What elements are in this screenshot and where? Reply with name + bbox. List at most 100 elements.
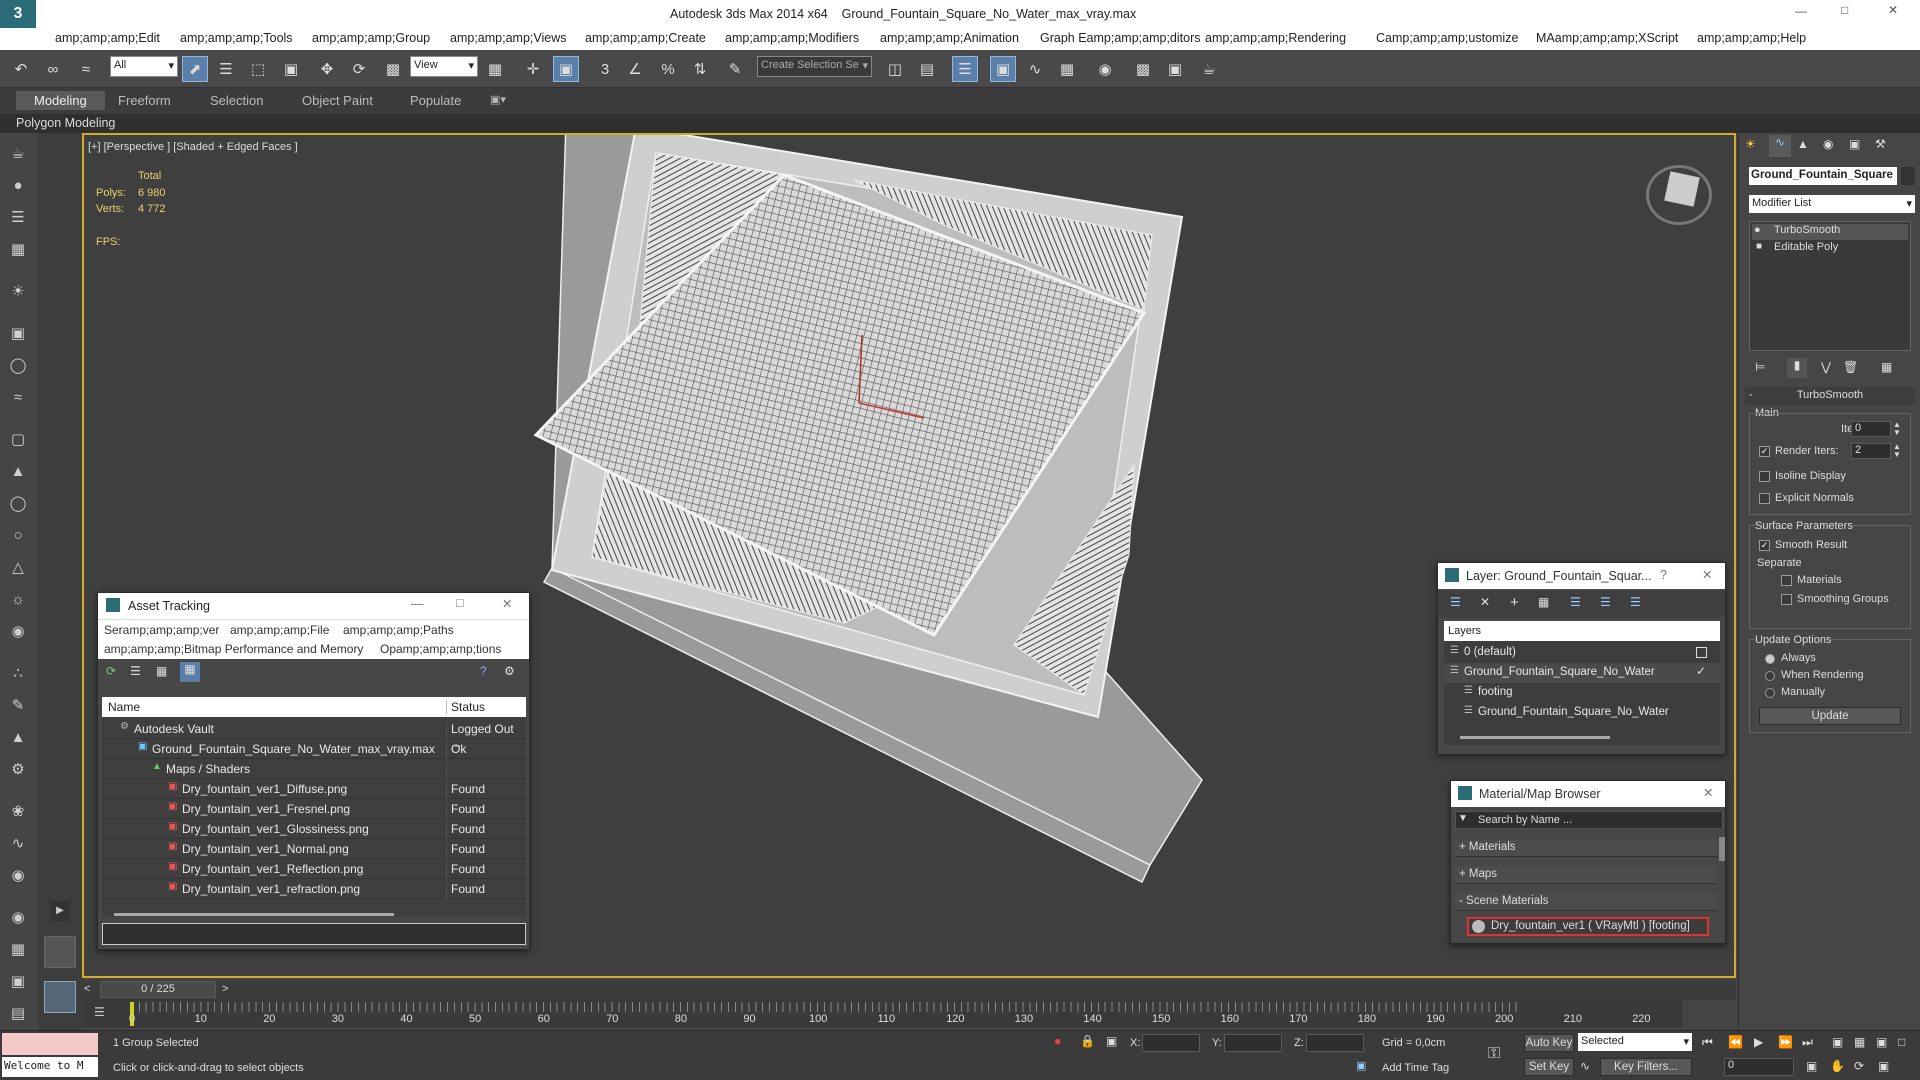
chart-icon[interactable]: ▦ <box>7 939 29 961</box>
helper-icon[interactable]: ◯ <box>7 355 29 377</box>
expand-plus-icon[interactable]: ■ <box>1756 241 1762 252</box>
menu-edit[interactable]: amp;amp;amp;Edit <box>55 31 160 45</box>
pin-stack-icon[interactable]: ⊨ <box>1755 360 1765 374</box>
pyramid-icon[interactable]: △ <box>7 557 29 579</box>
goto-end-icon[interactable]: ⏭ <box>1802 1035 1813 1050</box>
sphere-shaded-icon[interactable]: ◉ <box>7 865 29 887</box>
maximize-button[interactable]: □ <box>1841 3 1848 17</box>
stack-item-turbosmooth[interactable]: ● TurboSmooth <box>1752 224 1908 240</box>
tab-selection[interactable]: Selection <box>210 93 263 108</box>
asset-menu-options[interactable]: Opamp;amp;amp;tions <box>380 642 501 656</box>
menu-graph-editors[interactable]: Graph Eamp;amp;amp;ditors <box>1040 31 1201 45</box>
asset-menu-bitmap[interactable]: amp;amp;amp;Bitmap Performance and Memor… <box>104 642 363 656</box>
show-end-result-icon[interactable]: ▮ <box>1787 358 1807 378</box>
make-unique-icon[interactable]: ⋁ <box>1821 360 1831 374</box>
scale-icon[interactable]: ▩ <box>380 56 406 82</box>
tab-modeling[interactable]: Modeling <box>16 91 105 110</box>
key-mode-dropdown[interactable]: Selected ▾ <box>1578 1033 1692 1051</box>
rollout-header[interactable]: - TurboSmooth <box>1745 387 1915 405</box>
select-object-icon[interactable]: ⬈ <box>182 56 208 82</box>
edit-named-sets-icon[interactable]: ✎ <box>722 56 748 82</box>
asset-menu-paths[interactable]: amp;amp;amp;Paths <box>343 623 454 637</box>
zoom-icon[interactable]: ▦ <box>1854 1035 1865 1049</box>
list-view-icon[interactable]: ☰ <box>130 664 141 678</box>
move-icon[interactable]: ✥ <box>314 56 340 82</box>
asset-close-button[interactable]: ✕ <box>502 596 512 611</box>
layer-add-icon[interactable]: + <box>1510 594 1519 611</box>
app-logo[interactable]: 3 <box>0 0 36 28</box>
lock-selection-icon[interactable]: 🔒 <box>1080 1034 1095 1048</box>
asset-path-field[interactable] <box>102 923 526 945</box>
matbrowser-section-materials[interactable]: + Materials <box>1455 839 1717 857</box>
menu-customize[interactable]: Camp;amp;amp;ustomize <box>1376 31 1518 45</box>
selection-filter-dropdown[interactable]: All ▾ <box>110 56 178 77</box>
smooth-result-checkbox[interactable]: ✓ <box>1759 540 1770 551</box>
rendered-frame-icon[interactable]: ▣ <box>1162 56 1188 82</box>
viewport-label[interactable]: [+] [Perspective ] [Shaded + Edged Faces… <box>88 141 298 153</box>
current-frame-field[interactable]: 0 <box>1724 1058 1794 1076</box>
layer-freeze-icon[interactable]: ☰ <box>1630 595 1641 609</box>
material-editor-icon[interactable]: ◉ <box>1092 56 1118 82</box>
paint-icon[interactable]: ✎ <box>7 695 29 717</box>
asset-minimize-button[interactable]: — <box>411 597 424 611</box>
update-button[interactable]: Update <box>1759 707 1901 725</box>
z-coordinate-field[interactable] <box>1306 1034 1364 1052</box>
rotate-icon[interactable]: ⟳ <box>346 56 372 82</box>
time-slider-thumb[interactable]: 0 / 225 <box>100 981 216 998</box>
toggle-ribbon-icon[interactable]: ▣ <box>990 56 1016 82</box>
tab-populate[interactable]: Populate <box>410 93 461 108</box>
menu-rendering[interactable]: amp;amp;amp;Rendering <box>1205 31 1346 45</box>
asset-row[interactable]: ⚙ Autodesk Vault Logged Out ... <box>102 719 526 750</box>
modify-tab-icon[interactable]: ∿ <box>1769 135 1791 157</box>
motion-tab-icon[interactable]: ◉ <box>1823 137 1833 151</box>
tube-icon[interactable]: ○ <box>7 525 29 547</box>
y-coordinate-field[interactable] <box>1224 1034 1282 1052</box>
matbrowser-dropdown-icon[interactable]: ▼ <box>1458 813 1468 824</box>
layer-hide-icon[interactable]: ☰ <box>1600 595 1611 609</box>
layer-explorer-icon[interactable]: ☰ <box>952 56 978 82</box>
time-slider[interactable]: < 0 / 225 > <box>82 980 1736 1000</box>
layer-titlebar[interactable]: Layer: Ground_Fountain_Squar... ? ✕ <box>1438 563 1725 589</box>
track-bar-toggle-icon[interactable]: ☰ <box>94 1005 105 1019</box>
sun-icon[interactable]: ☼ <box>7 589 29 611</box>
layer-help-button[interactable]: ? <box>1660 568 1667 582</box>
tab-freeform[interactable]: Freeform <box>118 93 171 108</box>
particles-icon[interactable]: ∴ <box>7 663 29 685</box>
add-time-tag[interactable]: Add Time Tag <box>1382 1062 1449 1074</box>
matbrowser-scrollbar[interactable] <box>1719 837 1725 861</box>
always-radio[interactable] <box>1765 654 1775 664</box>
select-by-name-icon[interactable]: ☰ <box>213 56 239 82</box>
render-iters-spinner[interactable]: 2 <box>1851 443 1891 459</box>
isolate-icon[interactable]: ● <box>1054 1034 1061 1048</box>
layer-fountain-object-row[interactable]: ☰ Ground_Fountain_Square_No_Water <box>1444 703 1720 723</box>
explicit-normals-checkbox[interactable] <box>1759 493 1770 504</box>
absolute-mode-icon[interactable]: ▣ <box>1106 1034 1117 1048</box>
reference-coord-dropdown[interactable]: View ▾ <box>410 56 478 77</box>
link-icon[interactable]: ∞ <box>40 56 66 82</box>
mirror-icon[interactable]: ◫ <box>882 56 908 82</box>
iterations-arrows-icon[interactable]: ▲ ▼ <box>1893 421 1901 437</box>
menu-create[interactable]: amp;amp;amp;Create <box>585 31 706 45</box>
materials-checkbox[interactable] <box>1781 575 1792 586</box>
help-icon[interactable]: ? <box>480 664 487 678</box>
window-crossing-icon[interactable]: ▣ <box>278 56 304 82</box>
asset-scrollbar[interactable] <box>114 913 394 916</box>
render-setup-icon[interactable]: ▩ <box>1130 56 1156 82</box>
pan-icon[interactable]: ✋ <box>1830 1059 1845 1073</box>
add-time-tag-icon[interactable]: ▣ <box>1356 1059 1366 1072</box>
viewport-layout-tab-active[interactable] <box>44 981 76 1013</box>
disc-icon[interactable]: ◉ <box>7 621 29 643</box>
time-next-arrow-icon[interactable]: > <box>222 983 228 995</box>
render-icon[interactable]: ◉ <box>7 907 29 929</box>
time-prev-arrow-icon[interactable]: < <box>84 983 90 995</box>
layer-select-icon[interactable]: ▦ <box>1538 595 1549 609</box>
table-icon[interactable]: ▦ <box>7 239 29 261</box>
auto-key-button[interactable]: Auto Key <box>1524 1034 1574 1052</box>
spacewarp-icon[interactable]: ≈ <box>7 387 29 409</box>
schematic-view-icon[interactable]: ▦ <box>1054 56 1080 82</box>
col-name-header[interactable]: Name <box>108 700 140 714</box>
spinner-snap-icon[interactable]: ⇅ <box>687 56 713 82</box>
named-selection-sets-dropdown[interactable]: Create Selection Se ▾ <box>757 56 872 77</box>
monitor-icon[interactable]: ▣ <box>7 971 29 993</box>
active-layer-check-icon[interactable]: ✓ <box>1696 664 1706 678</box>
